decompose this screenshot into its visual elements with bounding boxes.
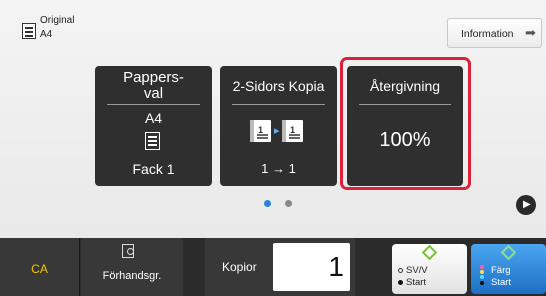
tile-divider xyxy=(107,104,200,105)
paper-size-value: A4 xyxy=(144,110,163,126)
paper-tray-icon xyxy=(145,132,160,150)
copy-screen: Original A4 Information ➡ Pappers- val A… xyxy=(0,0,546,296)
color-start-button[interactable]: Färg Start xyxy=(471,244,546,294)
paper-select-title: Pappers- val xyxy=(95,70,212,102)
paper-select-tile[interactable]: Pappers- val A4 Fack 1 xyxy=(95,66,212,186)
duplex-copy-tile[interactable]: 2-Sidors Kopia 1 ▸ 1 1 → 1 xyxy=(220,66,337,186)
preview-label: Förhandsgr. xyxy=(102,270,162,282)
original-label: Original xyxy=(40,15,75,26)
next-page-button[interactable]: ▶ xyxy=(516,195,536,215)
color-start-line1: Färg xyxy=(491,265,511,276)
bw-start-line1: SV/V xyxy=(406,265,428,276)
color-start-line2: Start xyxy=(491,277,512,288)
arrow-right-icon: ➡ xyxy=(525,25,536,40)
duplex-copy-title: 2-Sidors Kopia xyxy=(232,78,325,94)
information-button-label: Information xyxy=(461,28,514,40)
bw-start-button[interactable]: SV/V Start xyxy=(392,244,467,294)
tile-divider xyxy=(232,104,325,105)
copies-label: Kopior xyxy=(222,260,257,274)
copies-count-value: 1 xyxy=(328,251,344,282)
paper-tray-value: Fack 1 xyxy=(132,161,175,177)
paper-select-title-text: Pappers- val xyxy=(123,69,184,102)
preview-magnifier-icon xyxy=(122,244,134,258)
preview-button[interactable]: Förhandsgr. xyxy=(81,238,183,296)
information-button[interactable]: Information ➡ xyxy=(447,18,542,48)
bw-start-line2: Start xyxy=(406,277,427,288)
start-diamond-icon xyxy=(500,244,517,261)
header-bar: Original A4 Information ➡ xyxy=(0,0,546,50)
copies-count-input[interactable]: 1 xyxy=(273,243,350,291)
original-document-icon xyxy=(22,23,36,39)
original-size-value: A4 xyxy=(40,29,53,40)
copies-area: Kopior 1 xyxy=(205,238,355,296)
clear-all-label: CA xyxy=(31,262,48,276)
duplex-mode-value: 1 → 1 xyxy=(261,161,296,176)
page-indicator-inactive[interactable] xyxy=(285,200,292,207)
selection-highlight xyxy=(340,57,471,190)
clear-all-button[interactable]: CA xyxy=(0,238,80,296)
page-indicator-active xyxy=(264,200,271,207)
start-diamond-icon xyxy=(421,244,438,261)
next-page-icon: ▶ xyxy=(523,199,531,210)
bottom-action-bar: CA Förhandsgr. Kopior 1 SV/V Start Färg xyxy=(0,238,546,296)
